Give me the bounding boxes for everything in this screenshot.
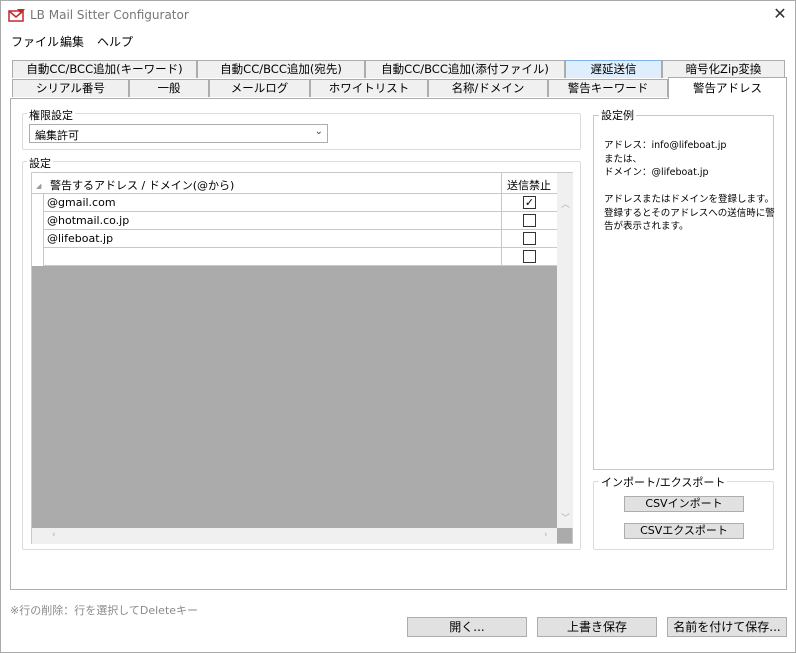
vertical-scrollbar[interactable]: ︿ ﹀ — [557, 173, 573, 528]
table-row-new[interactable] — [32, 248, 557, 266]
permission-group-label: 権限設定 — [27, 107, 75, 123]
scroll-up-icon[interactable]: ︿ — [561, 197, 570, 210]
tab-serial-number[interactable]: シリアル番号 — [12, 79, 129, 97]
scroll-down-icon[interactable]: ﹀ — [561, 511, 570, 524]
example-line: ドメイン：@lifeboat.jp — [604, 167, 709, 178]
csv-export-button[interactable]: CSVエクスポート — [624, 523, 744, 539]
example-line: または、 — [604, 154, 643, 165]
delete-row-hint: ※行の削除：行を選択してDeleteキー — [10, 604, 199, 617]
example-group: アドレス：info@lifeboat.jp または、 ドメイン：@lifeboa… — [593, 115, 775, 470]
example-line: 登録するとそのアドレスへの送信時に警 — [604, 208, 775, 219]
grid-header: ◢ 警告するアドレス / ドメイン(@から) 送信禁止 — [32, 173, 557, 194]
permission-select-value: 編集許可 — [35, 129, 79, 142]
address-cell[interactable]: @gmail.com — [47, 196, 116, 209]
example-line: アドレスまたはドメインを登録します。 — [604, 194, 775, 205]
menu-file[interactable]: ファイル — [11, 33, 59, 50]
tab-name-domain[interactable]: 名称/ドメイン — [428, 79, 548, 97]
column-header-address[interactable]: 警告するアドレス / ドメイン(@から) — [50, 177, 234, 193]
tab-delayed-send[interactable]: 遅延送信 — [565, 60, 662, 78]
block-checkbox[interactable] — [523, 232, 536, 245]
scroll-left-icon[interactable]: ‹ — [52, 530, 56, 540]
column-header-block[interactable]: 送信禁止 — [507, 177, 551, 193]
settings-group-label: 設定 — [27, 155, 53, 171]
column-divider — [501, 248, 502, 266]
close-icon[interactable]: ✕ — [770, 4, 790, 24]
menu-edit[interactable]: 編集 — [60, 33, 84, 50]
scroll-right-icon[interactable]: › — [544, 530, 548, 540]
address-grid: ◢ 警告するアドレス / ドメイン(@から) 送信禁止 @gmail.com ✓… — [31, 172, 573, 544]
csv-import-button[interactable]: CSVインポート — [624, 496, 744, 512]
example-group-label: 設定例 — [599, 107, 636, 123]
tab-whitelist[interactable]: ホワイトリスト — [310, 79, 428, 97]
row-header[interactable] — [32, 230, 44, 248]
block-checkbox[interactable] — [523, 214, 536, 227]
save-as-button[interactable]: 名前を付けて保存... — [667, 617, 787, 637]
window-title: LB Mail Sitter Configurator — [30, 8, 189, 22]
column-divider — [501, 173, 502, 194]
block-checkbox[interactable] — [523, 250, 536, 263]
menu-bar: ファイル 編集 ヘルプ — [0, 30, 794, 52]
table-row[interactable]: @hotmail.co.jp — [32, 212, 557, 230]
tab-warning-keyword[interactable]: 警告キーワード — [548, 79, 668, 97]
column-divider — [501, 194, 502, 212]
tab-warning-address[interactable]: 警告アドレス — [668, 77, 787, 99]
example-line: 告が表示されます。 — [604, 221, 689, 232]
column-divider — [501, 230, 502, 248]
row-header[interactable] — [32, 194, 44, 212]
save-button[interactable]: 上書き保存 — [537, 617, 657, 637]
address-cell[interactable]: @lifeboat.jp — [47, 232, 113, 245]
example-line: アドレス：info@lifeboat.jp — [604, 140, 727, 151]
title-bar: LB Mail Sitter Configurator ✕ — [0, 0, 794, 30]
column-divider — [501, 212, 502, 230]
row-header[interactable] — [32, 212, 44, 230]
tab-zip-encryption[interactable]: 暗号化Zip変換 — [662, 60, 785, 78]
app-icon — [8, 9, 25, 22]
horizontal-scrollbar[interactable]: ‹ › — [32, 528, 557, 544]
row-header[interactable] — [32, 248, 44, 266]
address-cell[interactable]: @hotmail.co.jp — [47, 214, 129, 227]
tab-auto-cc-recipient[interactable]: 自動CC/BCC追加(宛先) — [197, 60, 365, 78]
tab-mail-log[interactable]: メールログ — [209, 79, 310, 97]
chevron-down-icon: ⌄ — [314, 126, 323, 137]
menu-help[interactable]: ヘルプ — [97, 33, 133, 50]
table-row[interactable]: @gmail.com ✓ — [32, 194, 557, 212]
import-export-group — [593, 481, 774, 550]
block-checkbox[interactable]: ✓ — [523, 196, 536, 209]
permission-select[interactable]: 編集許可 ⌄ — [29, 124, 328, 143]
tab-auto-cc-attachment[interactable]: 自動CC/BCC追加(添付ファイル) — [365, 60, 565, 78]
open-button[interactable]: 開く... — [407, 617, 527, 637]
table-row[interactable]: @lifeboat.jp — [32, 230, 557, 248]
sort-indicator-icon: ◢ — [36, 182, 42, 190]
tab-general[interactable]: 一般 — [129, 79, 209, 97]
import-export-group-label: インポート/エクスポート — [599, 474, 728, 490]
tab-auto-cc-keyword[interactable]: 自動CC/BCC追加(キーワード) — [12, 60, 197, 78]
